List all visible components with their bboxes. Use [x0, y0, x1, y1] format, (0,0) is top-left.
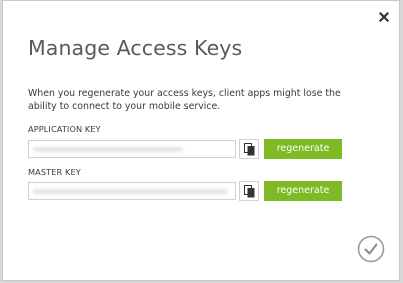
- master-key-label: MASTER KEY: [28, 167, 81, 177]
- master-key-copy-button[interactable]: [239, 181, 259, 201]
- confirm-button[interactable]: [357, 235, 385, 263]
- close-button[interactable]: [377, 9, 391, 23]
- dialog-title: Manage Access Keys: [28, 36, 243, 60]
- application-key-copy-button[interactable]: [239, 139, 259, 159]
- master-key-regenerate-button[interactable]: regenerate: [264, 181, 342, 201]
- copy-icon: [244, 185, 255, 198]
- application-key-label: APPLICATION KEY: [28, 124, 101, 134]
- master-key-field[interactable]: [28, 182, 236, 200]
- application-key-field[interactable]: [28, 140, 236, 158]
- checkmark-circle-icon: [357, 235, 385, 263]
- application-key-value-masked: [33, 147, 183, 152]
- close-icon: [378, 11, 390, 23]
- master-key-value-masked: [33, 189, 228, 194]
- copy-icon: [244, 143, 255, 156]
- dialog-description: When you regenerate your access keys, cl…: [28, 88, 341, 112]
- manage-access-keys-dialog: Manage Access Keys When you regenerate y…: [2, 0, 400, 281]
- application-key-regenerate-button[interactable]: regenerate: [264, 139, 342, 159]
